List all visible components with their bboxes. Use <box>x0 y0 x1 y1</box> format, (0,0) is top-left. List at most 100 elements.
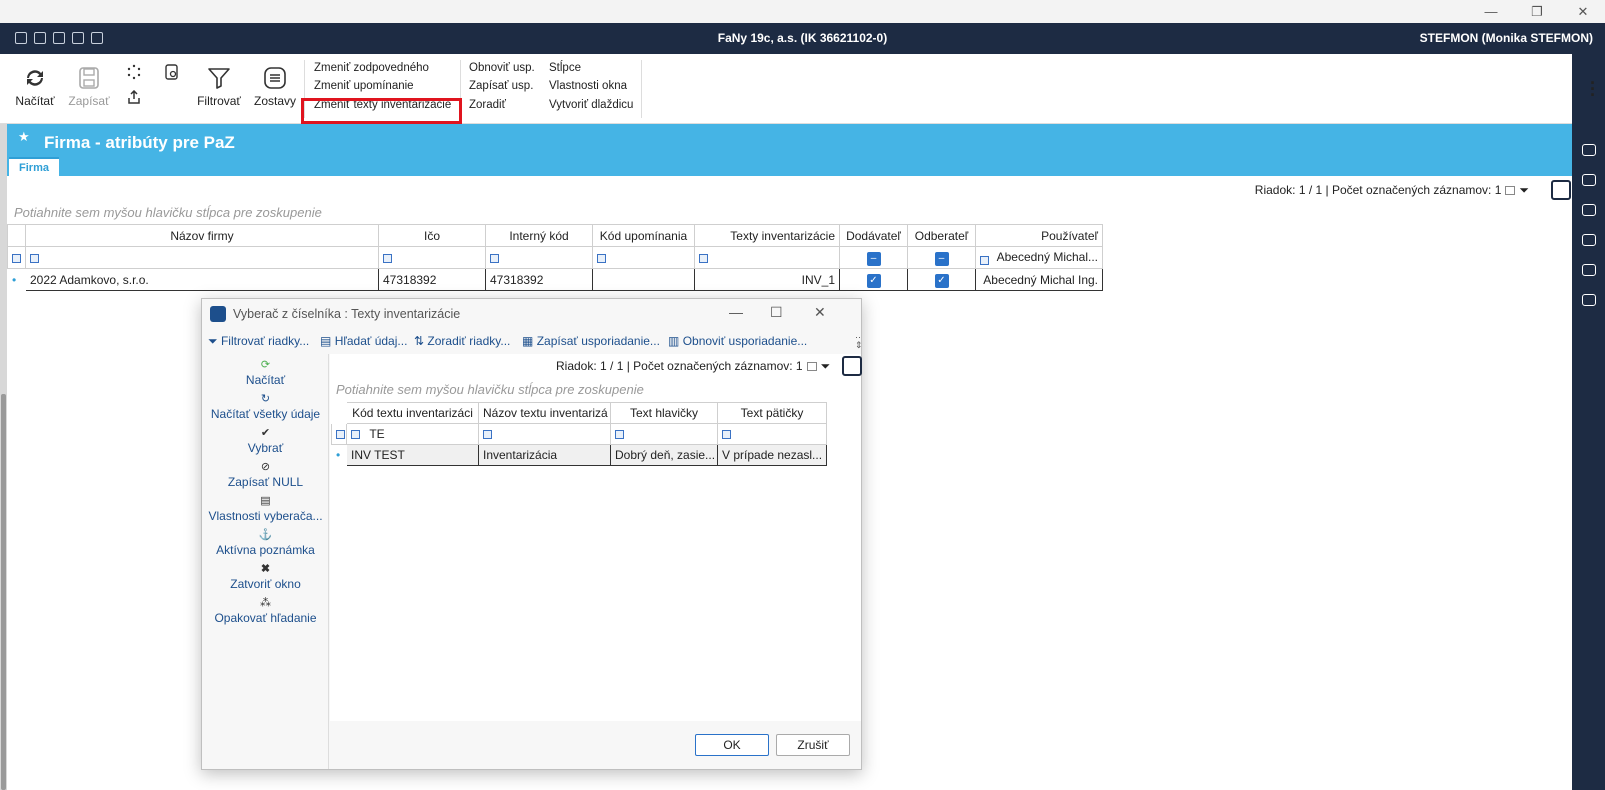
filter-small-icon[interactable]: ⏷ <box>1519 183 1529 197</box>
action-vlastnosti[interactable]: ▤ Vlastnosti vyberača... <box>202 494 329 523</box>
table-row[interactable]: • 2022 Adamkovo, s.r.o. 47318392 4731839… <box>7 268 1103 291</box>
tab-firma[interactable]: Firma <box>9 157 59 176</box>
col-header-text-hlavicky[interactable]: Text hlavičky <box>610 402 718 424</box>
dialog-title: Vyberač z číselníka : Texty inventarizác… <box>233 307 461 321</box>
search-button[interactable] <box>1551 180 1571 200</box>
fullscreen-icon[interactable] <box>1582 294 1596 306</box>
filter-ico[interactable] <box>378 246 486 269</box>
sort-icon: ⇅ <box>414 334 425 348</box>
help-icon[interactable] <box>1582 144 1596 156</box>
restore-layout-icon: ▥ <box>668 334 680 348</box>
cell-text-paticky[interactable]: V prípade nezasl... <box>717 444 827 466</box>
comment-icon[interactable] <box>1582 264 1596 276</box>
action-aktivna-poznamka[interactable]: ⚓ Aktívna poznámka <box>202 528 329 557</box>
preview-icon[interactable] <box>164 64 180 80</box>
filter-dodavatel[interactable]: – <box>839 246 908 269</box>
filter-texty[interactable] <box>694 246 840 269</box>
scrollbar-thumb[interactable] <box>1 394 6 790</box>
col-header-nazov-textu[interactable]: Názov textu inventarizá <box>478 402 611 424</box>
filter-row-icon[interactable] <box>331 423 347 445</box>
cell-odberatel[interactable]: ✓ <box>907 268 976 291</box>
col-header-text-paticky[interactable]: Text pätičky <box>717 402 827 424</box>
action-zatvorit[interactable]: ✖ Zatvoriť okno <box>202 562 329 591</box>
zapisat-usp-button[interactable]: Zapísať usp. <box>469 80 533 92</box>
more-menu-icon[interactable]: · · · <box>1590 74 1596 104</box>
nacitat-label: Načítať <box>15 94 55 108</box>
cell-nazov-textu[interactable]: Inventarizácia <box>478 444 611 466</box>
column-chooser-icon[interactable] <box>806 362 817 371</box>
table-row[interactable]: • INV TEST Inventarizácia Dobrý deň, zas… <box>331 444 827 466</box>
col-header-dodavatel[interactable]: Dodávateľ <box>839 224 908 247</box>
col-header-kod-upominania[interactable]: Kód upomínania <box>592 224 695 247</box>
filter-rows-button[interactable]: ⏷ Filtrovať riadky... <box>208 334 309 349</box>
col-header-ico[interactable]: Ičo <box>378 224 486 247</box>
action-nacitat-vsetky[interactable]: ↻ Načítať všetky údaje <box>202 392 329 421</box>
save-layout-button[interactable]: ▦ Zapísať usporiadanie... <box>522 334 660 348</box>
action-opakovat[interactable]: ⁂ Opakovať hľadanie <box>202 596 329 625</box>
repeat-search-icon: ⁂ <box>260 597 271 609</box>
sort-rows-button[interactable]: ⇅ Zoradiť riadky... <box>414 334 510 348</box>
cell-interny-kod[interactable]: 47318392 <box>485 268 593 291</box>
filter-kod-upominania[interactable] <box>592 246 695 269</box>
filter-interny-kod[interactable] <box>485 246 593 269</box>
restore-layout-button[interactable]: ▥ Obnoviť usporiadanie... <box>668 334 807 348</box>
zoradit-button[interactable]: Zoradiť <box>469 99 506 111</box>
minimize-button[interactable]: — <box>1468 0 1514 23</box>
filter-odberatel[interactable]: – <box>907 246 976 269</box>
filter-nazov[interactable] <box>25 246 379 269</box>
action-vybrat[interactable]: ✔ Vybrať <box>202 426 329 455</box>
action-zapisat-null[interactable]: ⊘ Zapísať NULL <box>202 460 329 489</box>
inbox-icon[interactable] <box>1582 234 1596 246</box>
zapisat-button[interactable]: Zapísať <box>66 66 112 108</box>
filter-pouzivatel[interactable]: Abecedný Michal... <box>975 246 1103 269</box>
left-scrollbar[interactable] <box>0 124 7 790</box>
col-header-texty[interactable]: Texty inventarizácie <box>694 224 840 247</box>
close-window-button[interactable]: ✕ <box>1560 0 1605 23</box>
user-name[interactable]: STEFMON (Monika STEFMON) <box>1420 23 1593 54</box>
zmenit-upominanie-button[interactable]: Zmeniť upomínanie <box>314 80 414 92</box>
export-icon[interactable] <box>126 90 142 104</box>
cancel-button[interactable]: Zrušiť <box>776 734 850 756</box>
dialog-search-button[interactable] <box>842 356 862 376</box>
search-data-button[interactable]: ▤ Hľadať údaj... <box>320 334 407 348</box>
link-icon[interactable] <box>1582 174 1596 186</box>
favorite-star-icon[interactable]: ★ <box>18 129 30 145</box>
nacitat-button[interactable]: Načítať <box>14 66 56 108</box>
action-nacitat[interactable]: ⟳ Načítať <box>202 358 329 387</box>
dialog-minimize-icon[interactable]: — <box>729 304 743 320</box>
filter-row-icon[interactable] <box>7 246 26 269</box>
col-header-interny-kod[interactable]: Interný kód <box>485 224 593 247</box>
maximize-button[interactable]: ❐ <box>1514 0 1560 23</box>
zmenit-zodpovedneho-button[interactable]: Zmeniť zodpovedného <box>314 62 429 74</box>
col-header-nazov[interactable]: Názov firmy <box>25 224 379 247</box>
cell-ico[interactable]: 47318392 <box>378 268 486 291</box>
col-header-kod-textu[interactable]: Kód textu inventarizáci <box>346 402 479 424</box>
cell-text-hlavicky[interactable]: Dobrý deň, zasie... <box>610 444 718 466</box>
obnovit-usp-button[interactable]: Obnoviť usp. <box>469 62 535 74</box>
filter-kod-textu[interactable]: TE <box>346 423 479 445</box>
cell-kod-textu[interactable]: INV TEST <box>346 444 479 466</box>
dialog-maximize-icon[interactable]: ☐ <box>770 304 783 321</box>
filter-nazov-textu[interactable] <box>478 423 611 445</box>
cell-pouzivatel[interactable]: Abecedný Michal Ing. <box>975 268 1103 291</box>
filter-text-hlavicky[interactable] <box>610 423 718 445</box>
col-header-odberatel[interactable]: Odberateľ <box>907 224 976 247</box>
filter-small-icon[interactable]: ⏷ <box>821 359 831 373</box>
filtrovat-button[interactable]: Filtrovať <box>196 66 242 108</box>
vytvorit-dlazdicu-button[interactable]: Vytvoriť dlaždicu <box>549 99 633 111</box>
column-chooser-icon[interactable] <box>1505 186 1516 195</box>
cell-kod-upominania[interactable] <box>592 268 695 291</box>
stlpce-button[interactable]: Stĺpce <box>549 62 581 74</box>
dialog-close-icon[interactable]: ✕ <box>814 304 826 321</box>
filter-text-paticky[interactable] <box>717 423 827 445</box>
ok-button[interactable]: OK <box>695 734 769 756</box>
cell-nazov[interactable]: 2022 Adamkovo, s.r.o. <box>25 268 379 291</box>
vlastnosti-okna-button[interactable]: Vlastnosti okna <box>549 80 627 92</box>
cell-dodavatel[interactable]: ✓ <box>839 268 908 291</box>
loading-icon[interactable] <box>126 64 142 80</box>
zostavy-button[interactable]: Zostavy <box>252 66 298 108</box>
col-header-pouzivatel[interactable]: Používateľ <box>975 224 1103 247</box>
dialog-toolbar-scroll-icon[interactable]: ‥ ⇕ <box>855 330 863 350</box>
cell-texty[interactable]: INV_1 <box>694 268 840 291</box>
cart-icon[interactable] <box>1582 204 1596 216</box>
